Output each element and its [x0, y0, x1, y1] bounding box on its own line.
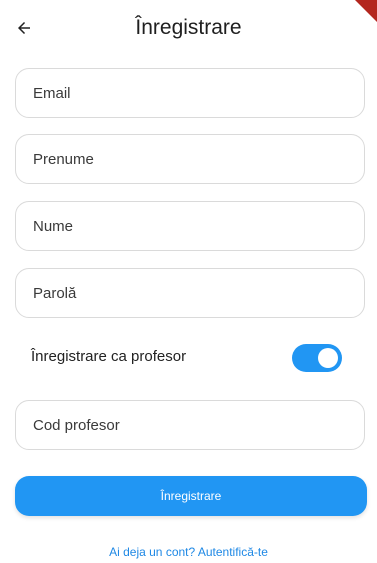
teacher-switch-label: Înregistrare ca profesor	[31, 348, 187, 365]
register-button[interactable]: Înregistrare	[15, 476, 367, 516]
email-field[interactable]: Email	[15, 68, 365, 118]
teacher-code-field[interactable]: Cod profesor	[15, 400, 365, 450]
teacher-switch-row: Înregistrare ca profesor	[15, 336, 365, 380]
toggle-knob	[318, 348, 338, 368]
page-title: Înregistrare	[135, 16, 242, 39]
teacher-toggle[interactable]	[292, 344, 342, 372]
email-placeholder: Email	[33, 84, 71, 102]
first-name-field[interactable]: Prenume	[15, 134, 365, 184]
app-bar: Înregistrare	[0, 0, 377, 56]
last-name-field[interactable]: Nume	[15, 201, 365, 251]
login-link[interactable]: Ai deja un cont? Autentifică-te	[0, 545, 377, 559]
teacher-code-placeholder: Cod profesor	[33, 416, 120, 434]
password-field[interactable]: Parolă	[15, 268, 365, 318]
password-placeholder: Parolă	[33, 284, 77, 302]
first-name-placeholder: Prenume	[33, 150, 94, 168]
last-name-placeholder: Nume	[33, 217, 74, 235]
